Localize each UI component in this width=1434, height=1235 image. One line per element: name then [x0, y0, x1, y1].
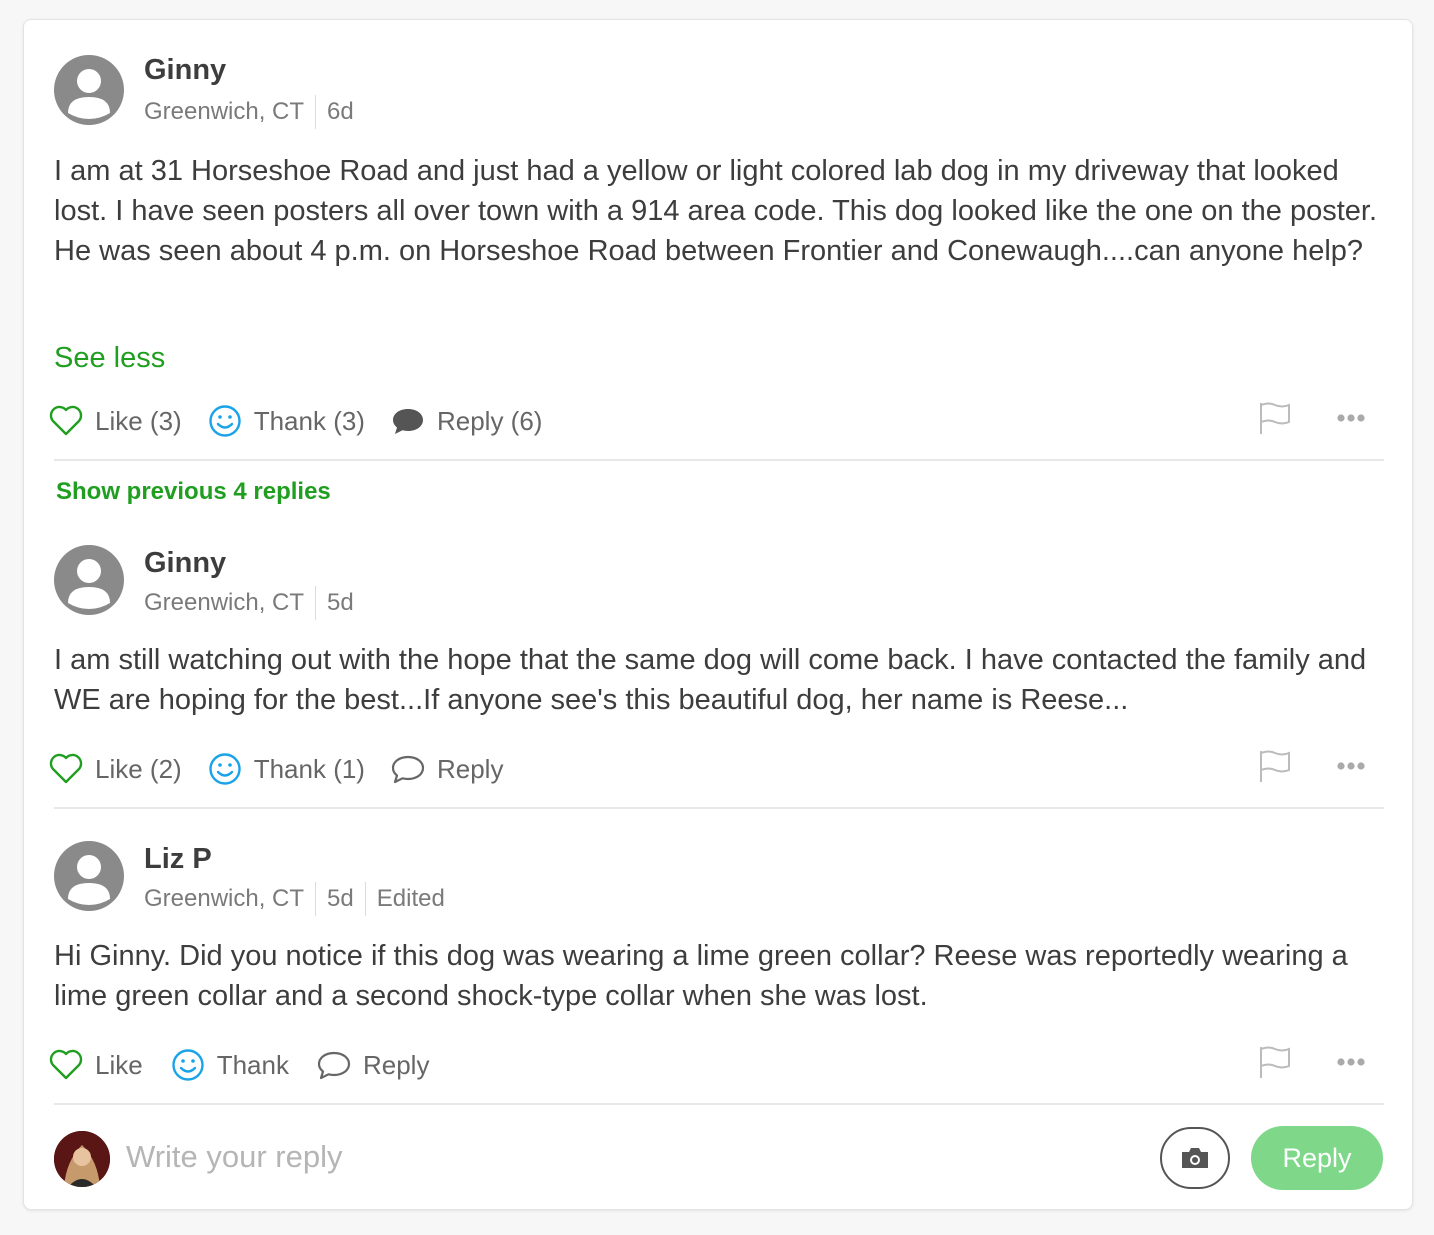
heart-icon: [49, 753, 83, 784]
reply-age[interactable]: 5d: [327, 589, 354, 617]
like-label: Like: [95, 1049, 143, 1080]
reply-secondary-actions: [1258, 748, 1366, 784]
thank-label: Thank (3): [253, 405, 365, 436]
reply-actions: Like (2) Thank (1) Reply: [49, 749, 503, 789]
reply-age[interactable]: 5d: [327, 885, 354, 913]
current-user-avatar[interactable]: [54, 1131, 110, 1187]
author-avatar[interactable]: [54, 55, 124, 125]
author-location[interactable]: Greenwich, CT: [144, 98, 304, 126]
reply-button[interactable]: Reply: [317, 1050, 429, 1081]
post-actions: Like (3) Thank (3) Reply (6): [49, 401, 542, 441]
reply-author-name[interactable]: Ginny: [144, 547, 226, 580]
reply-actions: Like Thank Reply: [49, 1045, 429, 1085]
user-silhouette-icon: [68, 559, 110, 609]
speech-bubble-icon: [391, 755, 425, 784]
more-options-icon[interactable]: [1336, 413, 1366, 423]
user-photo-icon: [54, 1131, 110, 1187]
reply-label: Reply: [362, 1049, 430, 1080]
post-secondary-actions: [1258, 400, 1366, 436]
edited-label: Edited: [376, 885, 445, 912]
thank-label: Thank (1): [253, 753, 365, 784]
reply-secondary-actions: [1258, 1044, 1366, 1080]
meta-divider: [315, 586, 317, 620]
heart-icon: [49, 405, 83, 436]
reply-author-name[interactable]: Liz P: [144, 843, 212, 876]
heart-icon: [49, 1049, 83, 1080]
submit-reply-button[interactable]: Reply: [1251, 1126, 1383, 1190]
reply-meta: Greenwich, CT 5d Edited: [144, 881, 445, 917]
post-body: I am at 31 Horseshoe Road and just had a…: [54, 155, 1378, 267]
like-button[interactable]: Like (3): [49, 405, 182, 437]
reply-body: I am still watching out with the hope th…: [54, 644, 1367, 716]
meta-divider: [364, 882, 366, 916]
reply-input[interactable]: Write your reply: [126, 1139, 1126, 1179]
more-options-icon[interactable]: [1336, 761, 1366, 771]
meta-divider: [315, 882, 317, 916]
divider: [54, 807, 1384, 809]
reply-label: Reply: [436, 753, 504, 784]
flag-icon[interactable]: [1258, 1044, 1292, 1080]
divider: [54, 459, 1384, 461]
add-photo-button[interactable]: [1160, 1127, 1230, 1189]
see-less-link[interactable]: See less: [54, 342, 165, 375]
post-meta: Greenwich, CT 6d: [144, 94, 354, 130]
user-silhouette-icon: [68, 69, 110, 119]
flag-icon[interactable]: [1258, 748, 1292, 784]
more-options-icon[interactable]: [1336, 1057, 1366, 1067]
user-silhouette-icon: [68, 855, 110, 905]
post-card: Ginny Greenwich, CT 6d I am at 31 Horses…: [23, 19, 1413, 1210]
reply-body: Hi Ginny. Did you notice if this dog was…: [54, 940, 1348, 1012]
post-age[interactable]: 6d: [327, 98, 354, 126]
thank-button[interactable]: Thank (1): [208, 752, 365, 786]
reply-count-button[interactable]: Reply (6): [391, 406, 542, 437]
reply-avatar[interactable]: [54, 545, 124, 615]
reply-location[interactable]: Greenwich, CT: [144, 589, 304, 617]
thank-button[interactable]: Thank: [171, 1048, 289, 1082]
author-name[interactable]: Ginny: [144, 54, 226, 87]
reply-button[interactable]: Reply: [391, 754, 503, 785]
flag-icon[interactable]: [1258, 400, 1292, 436]
speech-bubble-icon: [317, 1051, 351, 1080]
like-button[interactable]: Like: [49, 1049, 143, 1081]
like-button[interactable]: Like (2): [49, 753, 182, 785]
divider: [54, 1103, 1384, 1105]
camera-icon: [1182, 1148, 1208, 1168]
thank-button[interactable]: Thank (3): [208, 404, 365, 438]
reply-location[interactable]: Greenwich, CT: [144, 885, 304, 913]
reply-label: Reply (6): [436, 405, 543, 436]
thank-label: Thank: [216, 1049, 289, 1080]
smiley-icon: [209, 405, 241, 437]
smiley-icon: [209, 753, 241, 785]
reply-avatar[interactable]: [54, 841, 124, 911]
reply-meta: Greenwich, CT 5d: [144, 585, 354, 621]
like-label: Like (2): [95, 753, 182, 784]
smiley-icon: [172, 1049, 204, 1081]
show-previous-replies-link[interactable]: Show previous 4 replies: [56, 478, 331, 506]
like-label: Like (3): [95, 405, 182, 436]
speech-bubble-filled-icon: [392, 409, 423, 434]
meta-divider: [315, 95, 317, 129]
